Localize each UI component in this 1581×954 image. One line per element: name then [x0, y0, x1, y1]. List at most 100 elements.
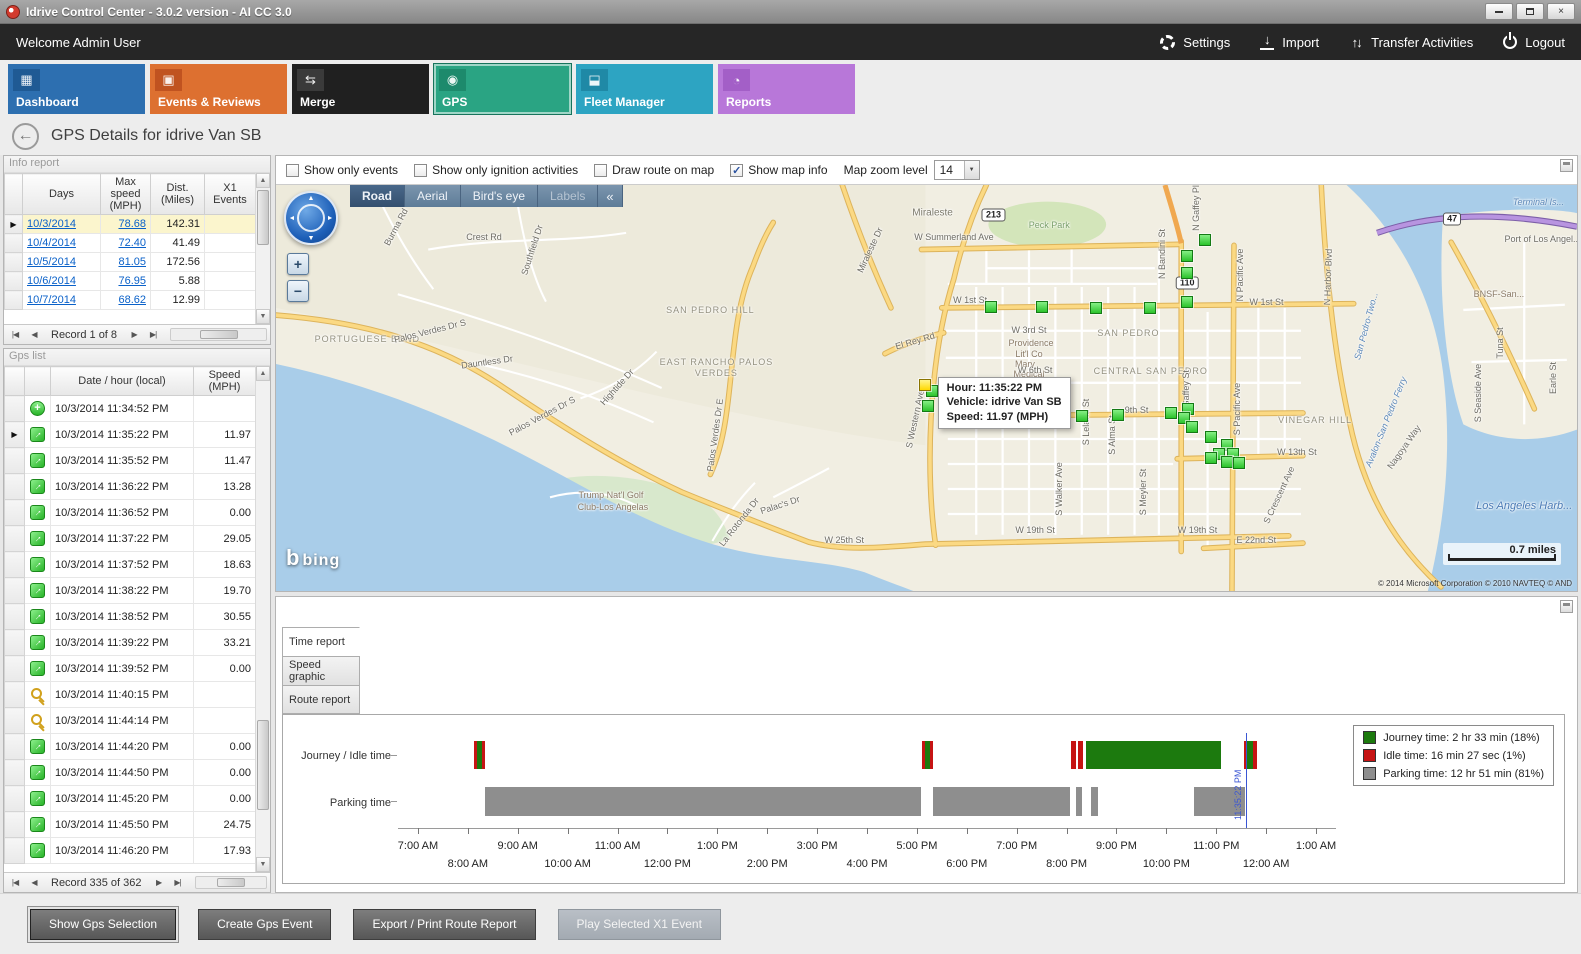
- pan-west-icon[interactable]: ▲: [289, 215, 296, 222]
- minimize-button[interactable]: [1485, 3, 1513, 20]
- gps-row[interactable]: →10/3/2014 11:44:20 PM0.00: [5, 734, 256, 760]
- info-report-row[interactable]: 10/5/201481.05172.56: [5, 253, 256, 272]
- tab-events-reviews[interactable]: ▣Events & Reviews: [150, 64, 287, 114]
- gps-row[interactable]: →10/3/2014 11:46:20 PM17.93: [5, 838, 256, 864]
- checkbox-show-map-info[interactable]: ✓Show map info: [730, 163, 827, 177]
- map-style-birdseye[interactable]: Bird's eye: [461, 185, 538, 207]
- gps-row[interactable]: →10/3/2014 11:39:52 PM0.00: [5, 656, 256, 682]
- info-report-grid[interactable]: DaysMax speed (MPH)Dist. (Miles)X1 Event…: [4, 173, 255, 324]
- info-report-row[interactable]: 10/6/201476.955.88: [5, 272, 256, 291]
- tab-dashboard[interactable]: ▦Dashboard: [8, 64, 145, 114]
- gps-row[interactable]: →10/3/2014 11:39:22 PM33.21: [5, 630, 256, 656]
- info-report-vscrollbar[interactable]: ▲ ▼: [255, 173, 270, 324]
- gps-list-vscrollbar[interactable]: ▲ ▼: [255, 366, 270, 872]
- next-page-icon[interactable]: [126, 327, 142, 343]
- map-compass-control[interactable]: ▲ ▲ ▲ ▲: [284, 191, 338, 245]
- day-link[interactable]: 10/5/2014: [27, 256, 76, 268]
- gps-row[interactable]: ▶→10/3/2014 11:35:22 PM11.97: [5, 422, 256, 448]
- gps-marker[interactable]: [1205, 431, 1217, 443]
- back-button[interactable]: ←: [12, 123, 39, 150]
- checkbox-icon[interactable]: [414, 164, 427, 177]
- checkbox-icon[interactable]: [286, 164, 299, 177]
- chart-collapse-button[interactable]: [1560, 600, 1573, 613]
- gps-list-grid[interactable]: Date / hour (local)Speed (MPH) +10/3/201…: [4, 366, 255, 872]
- day-link[interactable]: 10/7/2014: [27, 294, 76, 306]
- title-bar[interactable]: Idrive Control Center - 3.0.2 version - …: [0, 0, 1581, 24]
- gps-marker[interactable]: [1186, 421, 1198, 433]
- gps-marker[interactable]: [985, 301, 997, 313]
- first-page-icon[interactable]: [7, 327, 23, 343]
- scroll-up-icon[interactable]: ▲: [256, 366, 270, 381]
- max-speed-link[interactable]: 72.40: [118, 237, 146, 249]
- info-report-row[interactable]: 10/4/201472.4041.49: [5, 234, 256, 253]
- scroll-down-icon[interactable]: ▼: [256, 309, 270, 324]
- gps-row[interactable]: 10/3/2014 11:40:15 PM: [5, 682, 256, 708]
- settings-button[interactable]: Settings: [1160, 35, 1230, 50]
- gps-marker[interactable]: [922, 400, 934, 412]
- map-style-aerial[interactable]: Aerial: [405, 185, 461, 207]
- show-gps-selection-button[interactable]: Show Gps Selection: [30, 909, 176, 940]
- first-page-icon[interactable]: [7, 875, 23, 891]
- gps-marker[interactable]: [1199, 234, 1211, 246]
- column-header[interactable]: Date / hour (local): [51, 367, 194, 396]
- scroll-thumb[interactable]: [217, 878, 245, 887]
- max-speed-link[interactable]: 81.05: [118, 256, 146, 268]
- gps-row[interactable]: →10/3/2014 11:37:22 PM29.05: [5, 526, 256, 552]
- checkbox-only-events[interactable]: Show only events: [286, 163, 398, 177]
- max-speed-link[interactable]: 68.62: [118, 294, 146, 306]
- scroll-thumb[interactable]: [257, 720, 269, 810]
- column-header[interactable]: Max speed (MPH): [101, 174, 151, 215]
- gps-row[interactable]: →10/3/2014 11:37:52 PM18.63: [5, 552, 256, 578]
- gps-row[interactable]: →10/3/2014 11:44:50 PM0.00: [5, 760, 256, 786]
- prev-page-icon[interactable]: [26, 327, 42, 343]
- import-button[interactable]: ↓Import: [1260, 34, 1319, 50]
- create-gps-event-button[interactable]: Create Gps Event: [198, 909, 331, 940]
- column-header[interactable]: Dist. (Miles): [151, 174, 205, 215]
- pan-south-icon[interactable]: ▲: [308, 234, 315, 241]
- gps-row[interactable]: +10/3/2014 11:34:52 PM: [5, 396, 256, 422]
- gps-marker[interactable]: [1036, 301, 1048, 313]
- max-speed-link[interactable]: 78.68: [118, 218, 146, 230]
- logout-button[interactable]: Logout: [1503, 35, 1565, 50]
- map-style-labels[interactable]: Labels: [538, 185, 598, 207]
- map-collapse-button[interactable]: [1560, 159, 1573, 172]
- tab-gps[interactable]: ◉GPS: [434, 64, 571, 114]
- map-style-road[interactable]: Road: [350, 185, 405, 207]
- last-page-icon[interactable]: [170, 875, 186, 891]
- chart-tab-route-report[interactable]: Route report: [282, 685, 360, 714]
- checkbox-only-ignition[interactable]: Show only ignition activities: [414, 163, 578, 177]
- column-header[interactable]: Speed (MPH): [194, 367, 256, 396]
- column-header[interactable]: Days: [23, 174, 101, 215]
- checkbox-icon[interactable]: [594, 164, 607, 177]
- gps-marker[interactable]: [1205, 452, 1217, 464]
- gps-marker[interactable]: [1233, 457, 1245, 469]
- prev-page-icon[interactable]: [26, 875, 42, 891]
- maximize-button[interactable]: [1516, 3, 1544, 20]
- scroll-down-icon[interactable]: ▼: [256, 857, 270, 872]
- pan-north-icon[interactable]: ▲: [308, 195, 315, 202]
- tab-reports[interactable]: ◔Reports: [718, 64, 855, 114]
- gps-list-hscrollbar[interactable]: [195, 876, 267, 889]
- day-link[interactable]: 10/4/2014: [27, 237, 76, 249]
- gps-row[interactable]: 10/3/2014 11:44:14 PM: [5, 708, 256, 734]
- gps-row[interactable]: →10/3/2014 11:45:50 PM24.75: [5, 812, 256, 838]
- gps-marker[interactable]: [1181, 296, 1193, 308]
- gps-marker[interactable]: [1181, 250, 1193, 262]
- close-button[interactable]: ×: [1547, 3, 1575, 20]
- max-speed-link[interactable]: 76.95: [118, 275, 146, 287]
- gps-row[interactable]: →10/3/2014 11:36:22 PM13.28: [5, 474, 256, 500]
- zoom-in-button[interactable]: +: [287, 253, 309, 275]
- gps-row[interactable]: →10/3/2014 11:38:52 PM30.55: [5, 604, 256, 630]
- info-report-row[interactable]: 10/7/201468.6212.99: [5, 291, 256, 310]
- checkbox-checked-icon[interactable]: ✓: [730, 164, 743, 177]
- info-report-hscrollbar[interactable]: [170, 328, 267, 341]
- gps-marker[interactable]: [1090, 302, 1102, 314]
- gps-row[interactable]: →10/3/2014 11:45:20 PM0.00: [5, 786, 256, 812]
- gps-marker[interactable]: [1181, 267, 1193, 279]
- day-link[interactable]: 10/3/2014: [27, 218, 76, 230]
- pan-east-icon[interactable]: ▲: [326, 215, 333, 222]
- gps-marker[interactable]: [1221, 456, 1233, 468]
- chart-tab-time-report[interactable]: Time report: [282, 627, 360, 656]
- info-report-row[interactable]: ▶10/3/201478.68142.31: [5, 215, 256, 234]
- next-page-icon[interactable]: [151, 875, 167, 891]
